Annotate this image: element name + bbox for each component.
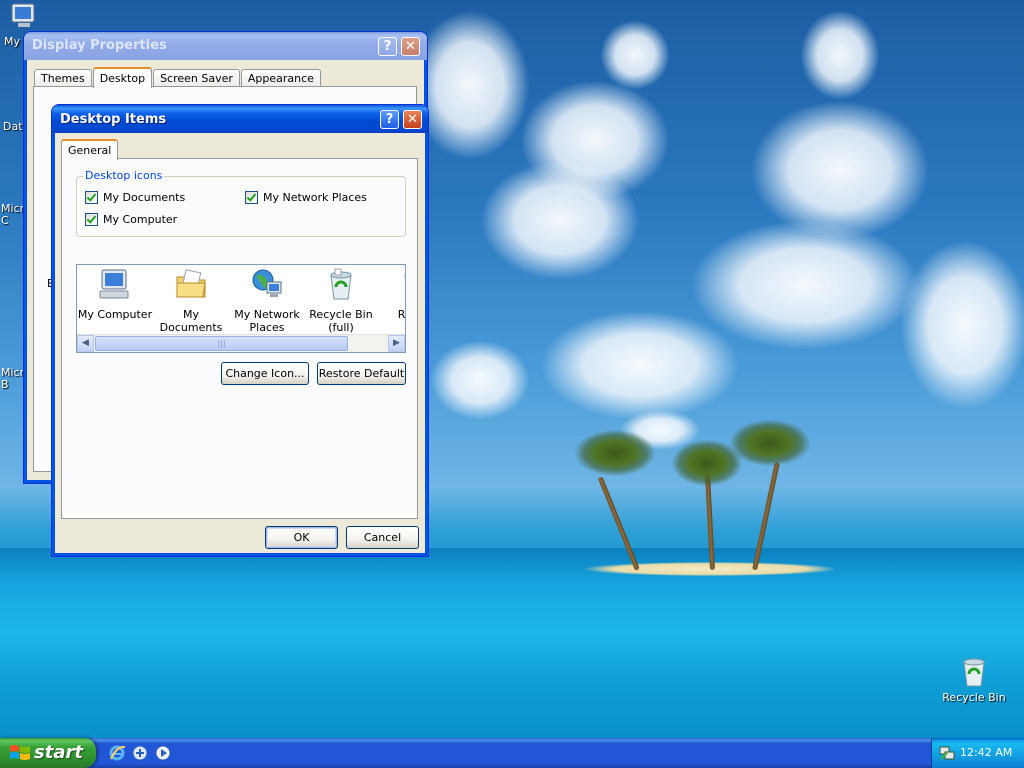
list-item-recycle-bin-full[interactable]: Recycle Bin (full) [303,267,379,334]
tab-desktop[interactable]: Desktop [92,67,153,88]
list-item-label: My Documents [159,308,223,334]
group-label: Desktop icons [83,169,165,182]
help-button[interactable]: ? [380,110,399,129]
tab-appearance[interactable]: Appearance [240,69,321,87]
cloud [600,20,670,90]
system-tray: 12:42 AM [931,738,1024,768]
checkbox-checked[interactable] [85,191,98,204]
network-places-icon [252,269,282,297]
checkbox-my-computer[interactable]: My Computer [85,213,177,226]
checkbox-label: My Computer [103,213,178,226]
general-panel: Desktop icons My Documents My Network Pl… [61,158,418,519]
list-item-my-documents[interactable]: My Documents [153,267,229,334]
palm-leaves [730,420,810,466]
clock[interactable]: 12:42 AM [960,746,1012,759]
desktop-icon-label: Recycle Bin [942,691,1006,704]
restore-default-button[interactable]: Restore Default [317,362,406,385]
horizontal-scrollbar[interactable]: ◀ ||| ▶ [77,334,405,352]
desktop-items-dialog[interactable]: Desktop Items ? ✕ General Desktop icons … [51,104,429,557]
scroll-right-button[interactable]: ▶ [388,335,405,352]
list-item-my-network-places[interactable]: My Network Places [229,267,305,334]
internet-explorer-icon[interactable] [108,744,126,762]
checkbox-label: My Network Places [263,191,367,204]
list-item-label: My Computer [77,308,153,321]
cloud [800,10,880,100]
recycle-bin-empty-icon [404,274,405,280]
taskbar: start 12:42 AM [0,738,1024,768]
tab-general[interactable]: General [61,139,119,160]
tab-themes[interactable]: Themes [34,69,92,87]
network-tray-icon[interactable] [939,745,955,761]
checkbox-my-documents[interactable]: My Documents [85,191,185,204]
ok-button[interactable]: OK [265,526,338,549]
sea [0,548,1024,738]
checkbox-label: My Documents [103,191,186,204]
checkbox-my-network-places[interactable]: My Network Places [245,191,367,204]
tab-screen-saver[interactable]: Screen Saver [153,69,240,87]
dialog-title: Desktop Items [60,112,167,127]
list-item-label: My Network Places [234,308,300,334]
start-label: start [34,742,83,763]
help-button[interactable]: ? [378,37,397,56]
change-icon-button[interactable]: Change Icon... [221,362,309,385]
desktop-items-tabs: General [61,139,119,160]
cloud [690,220,920,350]
close-button[interactable]: ✕ [401,37,420,56]
windows-logo-icon [10,745,30,760]
list-item-recycle-bin-empty[interactable]: Rec (e [377,267,405,321]
recycle-bin-full-icon [330,268,352,300]
outlook-express-icon[interactable] [131,744,149,762]
window-title: Display Properties [32,38,167,53]
desktop-icons-group: Desktop icons My Documents My Network Pl… [76,169,406,237]
desktop-icon-recycle-bin[interactable]: Recycle Bin [942,656,1006,704]
start-button[interactable]: start [0,738,96,768]
cancel-button[interactable]: Cancel [346,526,419,549]
desktop-items-titlebar[interactable]: Desktop Items ? ✕ [52,105,428,133]
checkbox-checked[interactable] [245,191,258,204]
media-player-icon[interactable] [154,744,172,762]
cloud [430,340,530,420]
recycle-bin-icon [963,658,985,687]
list-item-my-computer[interactable]: My Computer [77,267,153,321]
cloud [900,240,1024,410]
list-item-label: Recycle Bin (full) [309,308,373,334]
close-button[interactable]: ✕ [403,110,422,129]
palm-leaves [575,430,655,476]
scroll-thumb[interactable]: ||| [95,336,348,351]
my-computer-icon [99,269,129,299]
scroll-left-button[interactable]: ◀ [77,335,94,352]
checkbox-checked[interactable] [85,213,98,226]
cloud [540,310,740,420]
display-properties-titlebar[interactable]: Display Properties ? ✕ [24,32,427,60]
my-computer-icon [11,3,35,27]
cloud [750,100,930,240]
my-documents-icon [176,269,206,298]
cloud [480,160,640,280]
list-item-label: Rec (e [397,308,405,321]
desktop-icon-list[interactable]: My Computer My Documents My Network Plac… [76,264,406,353]
